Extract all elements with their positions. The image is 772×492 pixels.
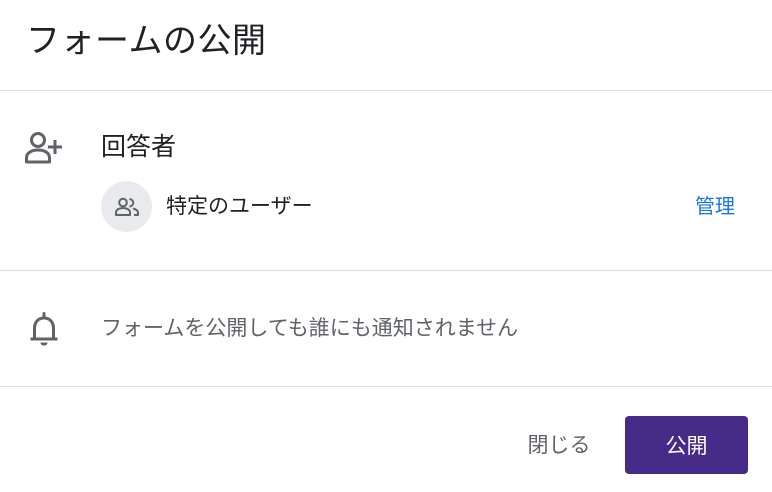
- publish-button[interactable]: 公開: [625, 416, 748, 474]
- dialog-title: フォームの公開: [26, 21, 267, 61]
- bell-icon: [30, 312, 58, 346]
- respondents-heading: 回答者: [101, 132, 177, 161]
- divider: [0, 270, 772, 271]
- notification-text: フォームを公開しても誰にも通知されません: [101, 316, 519, 340]
- publish-form-dialog: フォームの公開 回答者 特定のユーザー 管理 フォームを公開しても誰にも通知され…: [0, 0, 772, 492]
- manage-link[interactable]: 管理: [695, 191, 735, 221]
- divider: [0, 386, 772, 387]
- close-button[interactable]: 閉じる: [510, 417, 608, 471]
- audience-label: 特定のユーザー: [166, 194, 313, 218]
- divider: [0, 90, 772, 91]
- audience-avatar: [101, 181, 152, 232]
- group-icon: [114, 197, 139, 216]
- person-add-icon: [25, 132, 62, 164]
